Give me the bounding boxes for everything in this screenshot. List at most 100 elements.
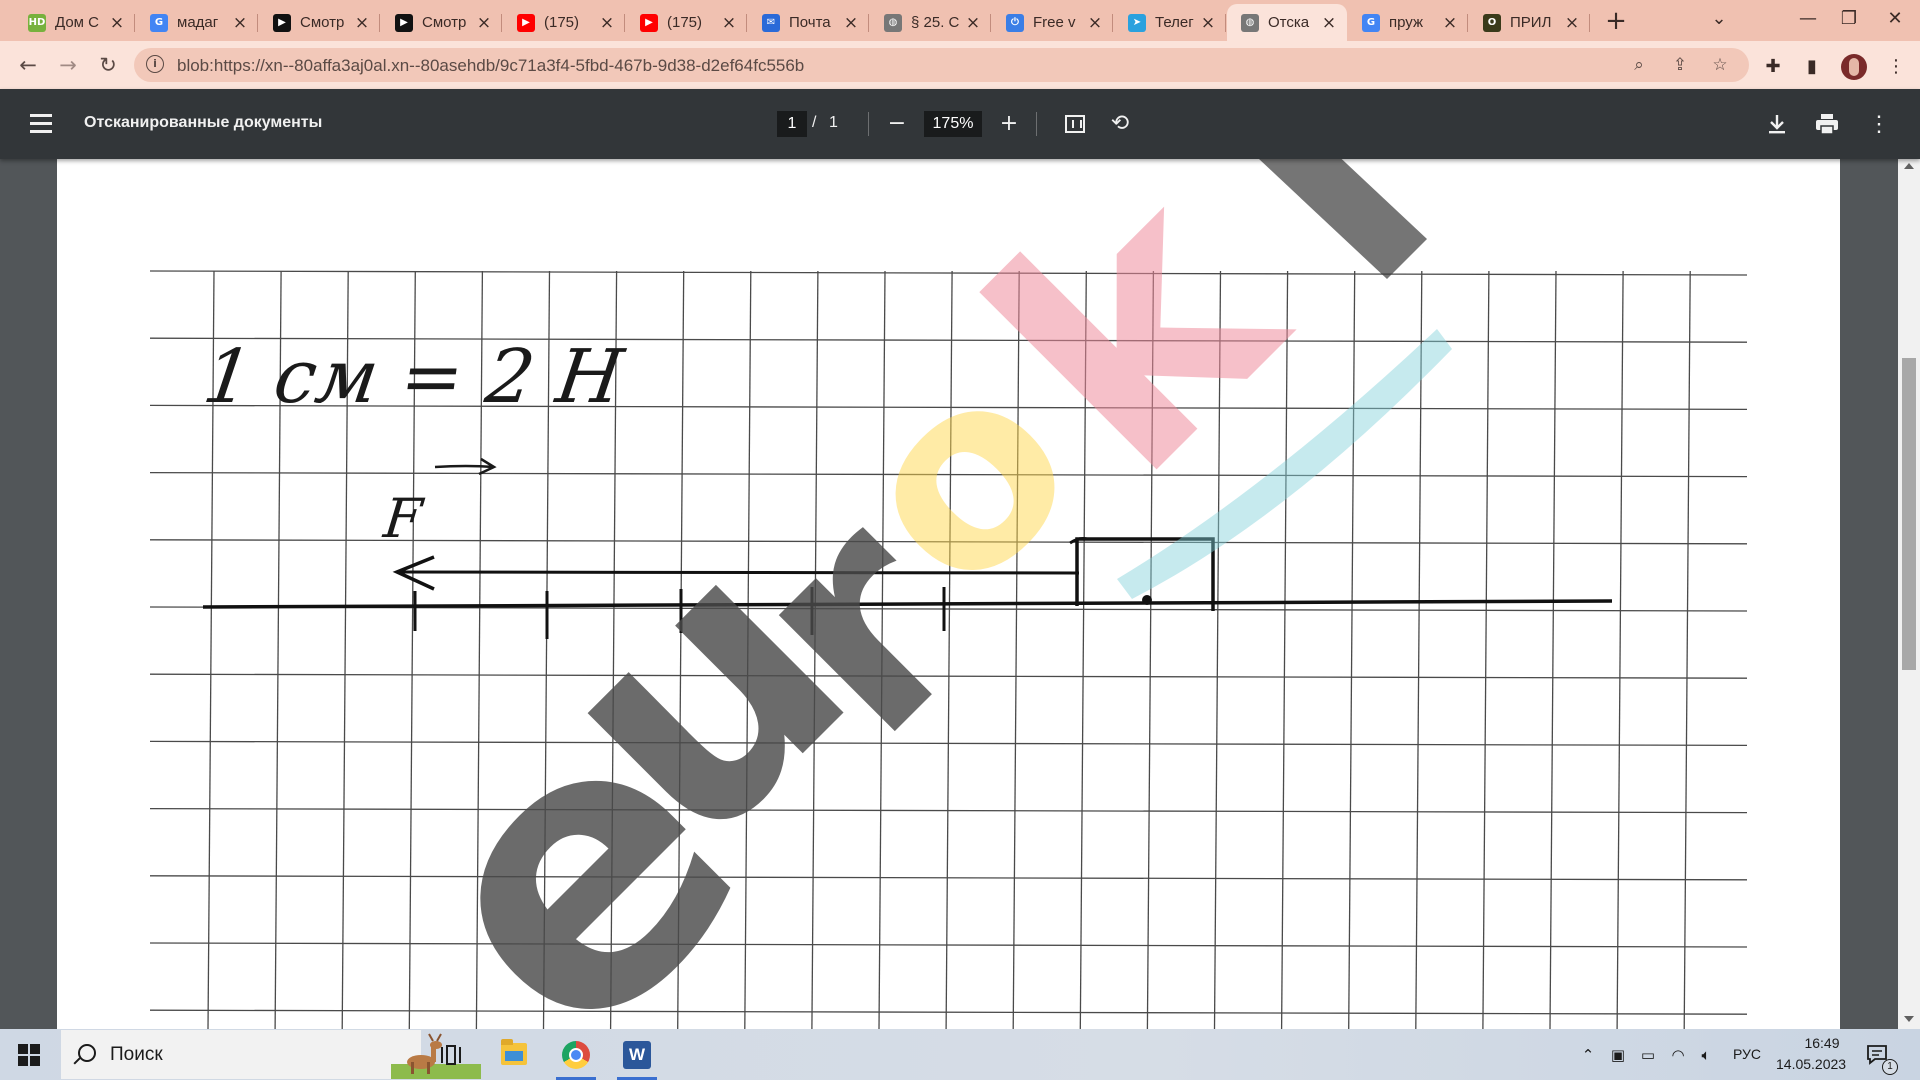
tab-close-icon[interactable]: × — [1321, 13, 1337, 33]
close-window-icon[interactable]: ✕ — [1872, 0, 1918, 41]
zoom-in-icon[interactable]: + — [994, 109, 1024, 139]
tab-favicon-icon: HD — [28, 13, 46, 32]
tab-search-chevron-icon[interactable]: ⌄ — [1706, 0, 1732, 41]
page-total: 1 — [829, 114, 838, 131]
browser-tab[interactable]: ◍ § 25. С × — [870, 4, 991, 41]
back-icon[interactable]: ← — [12, 49, 44, 81]
page-number-input[interactable]: 1 — [777, 111, 807, 137]
chrome-icon — [562, 1041, 590, 1069]
tab-favicon-icon: ▶ — [640, 13, 658, 32]
side-panel-icon[interactable]: ▮ — [1801, 56, 1823, 78]
browser-tab[interactable]: Gпруж × — [1348, 4, 1468, 41]
download-icon[interactable] — [1766, 113, 1788, 135]
tab-favicon-icon: ▶ — [395, 13, 413, 32]
zoom-level-input[interactable]: 175% — [924, 111, 982, 137]
site-info-icon[interactable]: i — [146, 55, 164, 73]
share-icon[interactable]: ⇪ — [1669, 54, 1691, 76]
windows-start-icon[interactable] — [18, 1044, 40, 1066]
word-icon: W — [623, 1041, 651, 1069]
browser-tab[interactable]: ▶ (175) × — [503, 4, 625, 41]
fit-to-page-icon[interactable] — [1065, 115, 1085, 133]
input-language[interactable]: РУС — [1733, 1046, 1761, 1062]
grid-horizontal-line — [149, 1009, 1748, 1015]
scroll-up-arrow[interactable] — [1904, 163, 1914, 169]
bookmark-star-icon[interactable]: ☆ — [1709, 54, 1731, 76]
tab-close-icon[interactable]: × — [109, 13, 125, 33]
grid-horizontal-line — [149, 875, 1748, 881]
task-view-icon — [441, 1045, 461, 1065]
clock-time[interactable]: 16:49 — [1792, 1035, 1852, 1051]
tab-title: § 25. С — [911, 14, 960, 31]
scroll-down-arrow[interactable] — [1904, 1016, 1914, 1022]
taskbar-search[interactable]: Поиск — [61, 1030, 481, 1079]
scrollbar-thumb[interactable] — [1902, 358, 1916, 670]
more-actions-icon[interactable]: ⋮ — [1868, 111, 1890, 137]
browser-tab[interactable]: ✉ Почта × — [748, 4, 869, 41]
tab-close-icon[interactable]: × — [232, 13, 248, 33]
minimize-icon[interactable]: — — [1785, 0, 1831, 41]
pdf-viewport[interactable]: 1 см = 2 Н F e u r o k — [0, 159, 1920, 1029]
browser-tab[interactable]: ➤ Телег × — [1114, 4, 1226, 41]
tab-close-icon[interactable]: × — [965, 13, 981, 33]
chrome-menu-icon[interactable]: ⋮ — [1885, 56, 1907, 78]
tab-close-icon[interactable]: × — [354, 13, 370, 33]
extensions-icon[interactable]: ✚ — [1762, 56, 1784, 78]
profile-avatar[interactable] — [1841, 54, 1867, 80]
volume-icon[interactable]: 🔈︎ — [1696, 1045, 1716, 1065]
file-explorer-button[interactable] — [486, 1029, 542, 1080]
tab-favicon-icon: ➤ — [1128, 13, 1146, 32]
browser-tab[interactable]: ▶ Смотр × — [381, 4, 502, 41]
pdf-page: 1 см = 2 Н F e u r o k — [57, 159, 1840, 1029]
grid-vertical-line — [1012, 270, 1020, 1029]
tab-close-icon[interactable]: × — [1442, 13, 1458, 33]
tab-close-icon[interactable]: × — [476, 13, 492, 33]
reload-icon[interactable]: ↻ — [92, 49, 124, 81]
browser-tab[interactable]: Gмадаг × — [136, 4, 258, 41]
browser-tab[interactable]: O ПРИЛ × — [1469, 4, 1590, 41]
task-view-button[interactable] — [422, 1029, 478, 1080]
tab-title: мадаг — [177, 14, 219, 31]
url-text[interactable]: blob:https://xn--80affa3aj0al.xn--80aseh… — [177, 56, 804, 76]
toolbar-divider — [1036, 112, 1037, 136]
menu-icon[interactable] — [30, 114, 52, 134]
zoom-out-icon[interactable]: − — [882, 109, 912, 139]
tab-favicon-icon: G — [1362, 13, 1380, 32]
search-icon — [78, 1044, 96, 1062]
tab-close-icon[interactable]: × — [1200, 13, 1216, 33]
browser-tab[interactable]: ▶ (175) × — [626, 4, 747, 41]
browser-tab[interactable]: ▶ Смотр × — [259, 4, 380, 41]
block-center-dot — [1142, 595, 1152, 605]
battery-icon[interactable]: ▭ — [1638, 1045, 1658, 1065]
browser-tab[interactable]: ⏻ Free v × — [992, 4, 1113, 41]
restore-icon[interactable]: ❐ — [1826, 0, 1872, 41]
show-hidden-icons-icon[interactable]: ⌃ — [1578, 1045, 1598, 1065]
page-separator: / — [812, 114, 817, 131]
vector-overline — [434, 457, 497, 476]
tab-title: Смотр — [422, 14, 467, 31]
tab-close-icon[interactable]: × — [599, 13, 615, 33]
scale-note: 1 см = 2 Н — [198, 333, 630, 420]
grid-vertical-line — [1482, 270, 1490, 1029]
tab-close-icon[interactable]: × — [843, 13, 859, 33]
tab-close-icon[interactable]: × — [1087, 13, 1103, 33]
zoom-icon[interactable]: ⌕ — [1628, 54, 1650, 76]
grid-vertical-line — [1348, 270, 1356, 1029]
word-taskbar-button[interactable]: W — [609, 1029, 665, 1080]
notification-count-badge: 1 — [1882, 1059, 1898, 1075]
tab-title: (175) — [544, 14, 580, 31]
tab-close-icon[interactable]: × — [1564, 13, 1580, 33]
tab-close-icon[interactable]: × — [721, 13, 737, 33]
print-icon[interactable] — [1815, 113, 1839, 135]
rotate-icon[interactable]: ⟲ — [1105, 109, 1135, 139]
browser-tab[interactable]: HD Дом С × — [14, 4, 135, 41]
forward-icon[interactable]: → — [52, 49, 84, 81]
tab-title: пруж — [1389, 14, 1423, 31]
new-tab-icon[interactable]: + — [1600, 6, 1632, 38]
chrome-taskbar-button[interactable] — [548, 1029, 604, 1080]
clock-date[interactable]: 14.05.2023 — [1776, 1056, 1846, 1072]
wifi-icon[interactable]: ◠ — [1668, 1045, 1688, 1065]
browser-tab[interactable]: ◍ Отска × — [1227, 4, 1347, 41]
meet-now-icon[interactable]: ▣ — [1608, 1045, 1628, 1065]
search-placeholder: Поиск — [110, 1044, 163, 1065]
address-bar[interactable]: i blob:https://xn--80affa3aj0al.xn--80as… — [134, 48, 1749, 82]
